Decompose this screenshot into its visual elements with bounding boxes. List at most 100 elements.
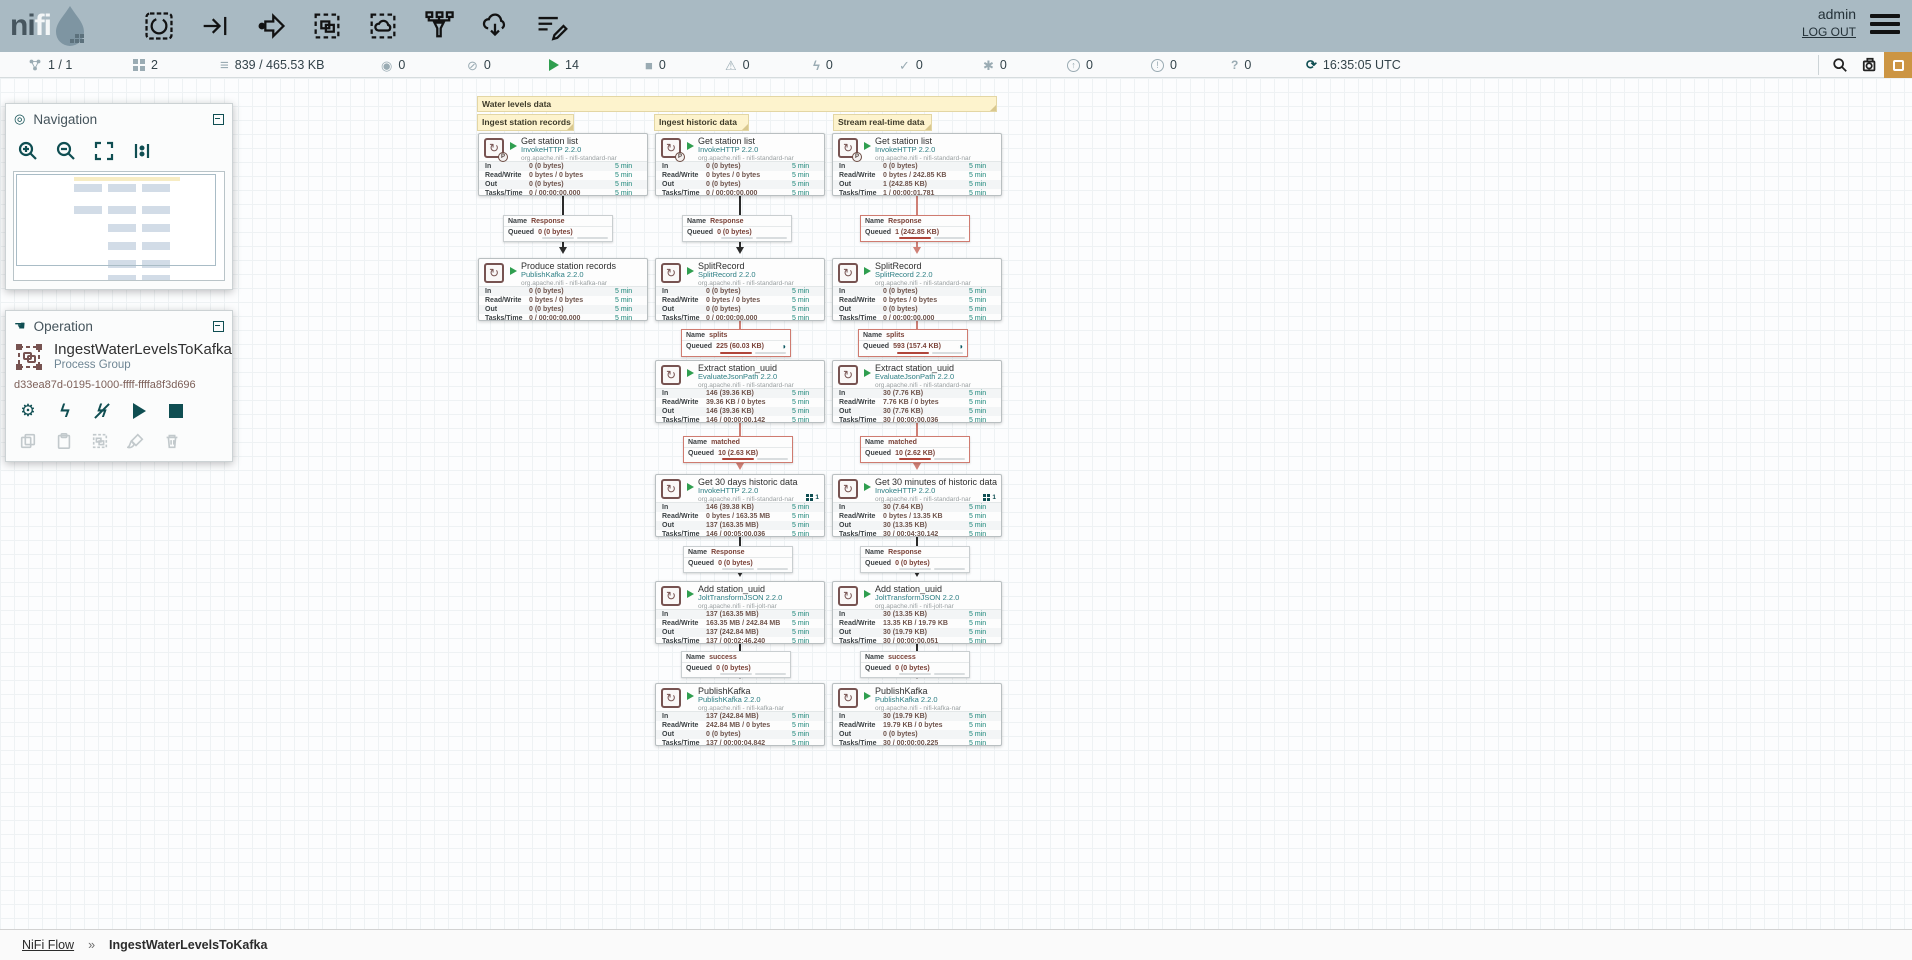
processor[interactable]: ↻ Extract station_uuidEvaluateJsonPath 2… — [832, 360, 1002, 423]
stat-label: Out — [485, 181, 529, 188]
processor[interactable]: ↻ Add station_uuidJoltTransformJSON 2.2.… — [655, 581, 825, 644]
processor[interactable]: ↻P Get station listInvokeHTTP 2.2.0org.a… — [655, 133, 825, 196]
processor[interactable]: ↻P Get station listInvokeHTTP 2.2.0org.a… — [478, 133, 648, 196]
stop-button[interactable] — [166, 401, 186, 421]
configure-button[interactable]: ⚙ — [18, 401, 38, 421]
stat-value: 0 (0 bytes) — [706, 288, 792, 295]
remote-process-group-icon[interactable] — [366, 9, 400, 43]
connection-label[interactable]: NameResponse Queued0 (0 bytes) — [682, 215, 792, 242]
canvas-label[interactable]: Stream real-time data — [833, 114, 932, 131]
canvas-label[interactable]: Ingest station records — [477, 114, 574, 131]
flow-canvas[interactable]: Water levels data Ingest station records… — [0, 78, 1912, 929]
processor[interactable]: ↻ SplitRecordSplitRecord 2.2.0org.apache… — [832, 258, 1002, 321]
run-status-icon — [510, 142, 517, 150]
status-stopped: ■0 — [645, 52, 666, 78]
stat-window: 5 min — [969, 306, 1001, 313]
processor[interactable]: ↻ PublishKafkaPublishKafka 2.2.0org.apac… — [832, 683, 1002, 746]
stat-value: 0 (0 bytes) — [706, 163, 792, 170]
group-button[interactable] — [90, 431, 110, 451]
stat-value: 30 (7.64 KB) — [883, 504, 969, 511]
stat-label: Read/Write — [839, 620, 883, 627]
connection-label[interactable]: Namesplits Queued593 (157.4 KB)◑ — [858, 329, 968, 357]
stat-value: 0 bytes / 13.35 KB — [883, 513, 969, 520]
connection-label[interactable]: Namematched Queued10 (2.62 KB) — [860, 436, 970, 463]
stat-label: In — [839, 504, 883, 511]
connection-label[interactable]: NameResponse Queued0 (0 bytes) — [683, 546, 793, 573]
delete-button[interactable] — [162, 431, 182, 451]
processor-bundle: org.apache.nifi - nifi-standard-nar — [698, 382, 824, 389]
minimap-node — [142, 275, 170, 281]
connection-label[interactable]: NameResponse Queued0 (0 bytes) — [860, 546, 970, 573]
zoom-fit-button[interactable] — [92, 139, 116, 163]
stat-window: 5 min — [969, 531, 1001, 538]
processor-bundle: org.apache.nifi - nifi-standard-nar — [698, 155, 824, 162]
stat-label: Tasks/Time — [839, 740, 883, 747]
stat-label: Read/Write — [839, 722, 883, 729]
stat-label: In — [662, 504, 706, 511]
connection-label[interactable]: Namesuccess Queued0 (0 bytes) — [681, 651, 791, 678]
breadcrumb-root-link[interactable]: NiFi Flow — [22, 938, 74, 952]
output-port-icon[interactable] — [254, 9, 288, 43]
question-icon: ? — [1231, 59, 1238, 71]
processor[interactable]: ↻P Get station listInvokeHTTP 2.2.0org.a… — [832, 133, 1002, 196]
stat-window: 5 min — [792, 513, 824, 520]
panel-toggle-button[interactable] — [1884, 52, 1912, 78]
refresh-icon[interactable]: ⟳ — [1306, 57, 1317, 73]
stat-window: 5 min — [792, 731, 824, 738]
connection-label[interactable]: Namesuccess Queued0 (0 bytes) — [860, 651, 970, 678]
processor[interactable]: ↻ Produce station recordsPublishKafka 2.… — [478, 258, 648, 321]
connection-label[interactable]: NameResponse Queued0 (0 bytes) — [503, 215, 613, 242]
connection-label[interactable]: Namematched Queued10 (2.63 KB) — [683, 436, 793, 463]
enable-button[interactable]: ϟ — [55, 401, 75, 421]
color-button[interactable] — [126, 431, 146, 451]
processor[interactable]: ↻ Get 30 days historic dataInvokeHTTP 2.… — [655, 474, 825, 537]
actual-size-button[interactable] — [130, 139, 154, 163]
collapse-panel-icon[interactable] — [213, 321, 224, 332]
canvas-label[interactable]: Ingest historic data — [654, 114, 749, 131]
canvas-label[interactable]: Water levels data — [477, 96, 997, 112]
run-status-icon — [687, 483, 694, 491]
processor[interactable]: ↻ SplitRecordSplitRecord 2.2.0org.apache… — [655, 258, 825, 321]
run-status-icon — [864, 267, 871, 275]
stat-label: In — [662, 713, 706, 720]
template-download-icon[interactable] — [478, 9, 512, 43]
logout-link[interactable]: LOG OUT — [1802, 25, 1856, 39]
stat-label: Tasks/Time — [662, 531, 706, 538]
collapse-panel-icon[interactable] — [213, 114, 224, 125]
camera-button[interactable] — [1856, 52, 1884, 78]
status-running: 14 — [549, 52, 579, 78]
connection-label[interactable]: NameResponse Queued1 (242.85 KB) — [860, 215, 970, 242]
start-button[interactable] — [129, 401, 149, 421]
stat-label: Read/Write — [839, 172, 883, 179]
connection-label[interactable]: Namesplits Queued225 (60.03 KB)◑ — [681, 329, 791, 357]
stat-value: 0 / 00:00:00.000 — [706, 190, 792, 197]
stat-window: 5 min — [969, 620, 1001, 627]
birdseye-minimap[interactable] — [13, 171, 225, 281]
processor[interactable]: ↻ PublishKafkaPublishKafka 2.2.0org.apac… — [655, 683, 825, 746]
processor[interactable]: ↻ Extract station_uuidEvaluateJsonPath 2… — [655, 360, 825, 423]
global-menu-icon[interactable] — [1870, 14, 1900, 38]
selected-component-name: IngestWaterLevelsToKafka — [54, 342, 232, 359]
processor[interactable]: ↻ Get 30 minutes of historic dataInvokeH… — [832, 474, 1002, 537]
stat-label: Read/Write — [839, 399, 883, 406]
processor-icon[interactable] — [142, 9, 176, 43]
label-icon[interactable] — [534, 9, 568, 43]
disable-button[interactable]: ϟ — [92, 401, 112, 421]
breadcrumb-current: IngestWaterLevelsToKafka — [109, 938, 267, 952]
status-invalid: ⚠0 — [725, 52, 750, 78]
funnel-icon[interactable] — [422, 9, 456, 43]
paste-button[interactable] — [54, 431, 74, 451]
status-locally-modified: ✱0 — [983, 52, 1007, 78]
zoom-in-button[interactable] — [16, 139, 40, 163]
copy-button[interactable] — [18, 431, 38, 451]
minimap-viewport[interactable] — [16, 174, 216, 266]
input-port-icon[interactable] — [198, 9, 232, 43]
search-button[interactable] — [1826, 52, 1854, 78]
status-queued: ≡839 / 465.53 KB — [220, 52, 324, 78]
threads-icon — [806, 494, 809, 497]
zoom-out-button[interactable] — [54, 139, 78, 163]
hand-icon: ☚ — [14, 318, 26, 334]
stat-label: Out — [839, 629, 883, 636]
processor[interactable]: ↻ Add station_uuidJoltTransformJSON 2.2.… — [832, 581, 1002, 644]
process-group-icon[interactable] — [310, 9, 344, 43]
